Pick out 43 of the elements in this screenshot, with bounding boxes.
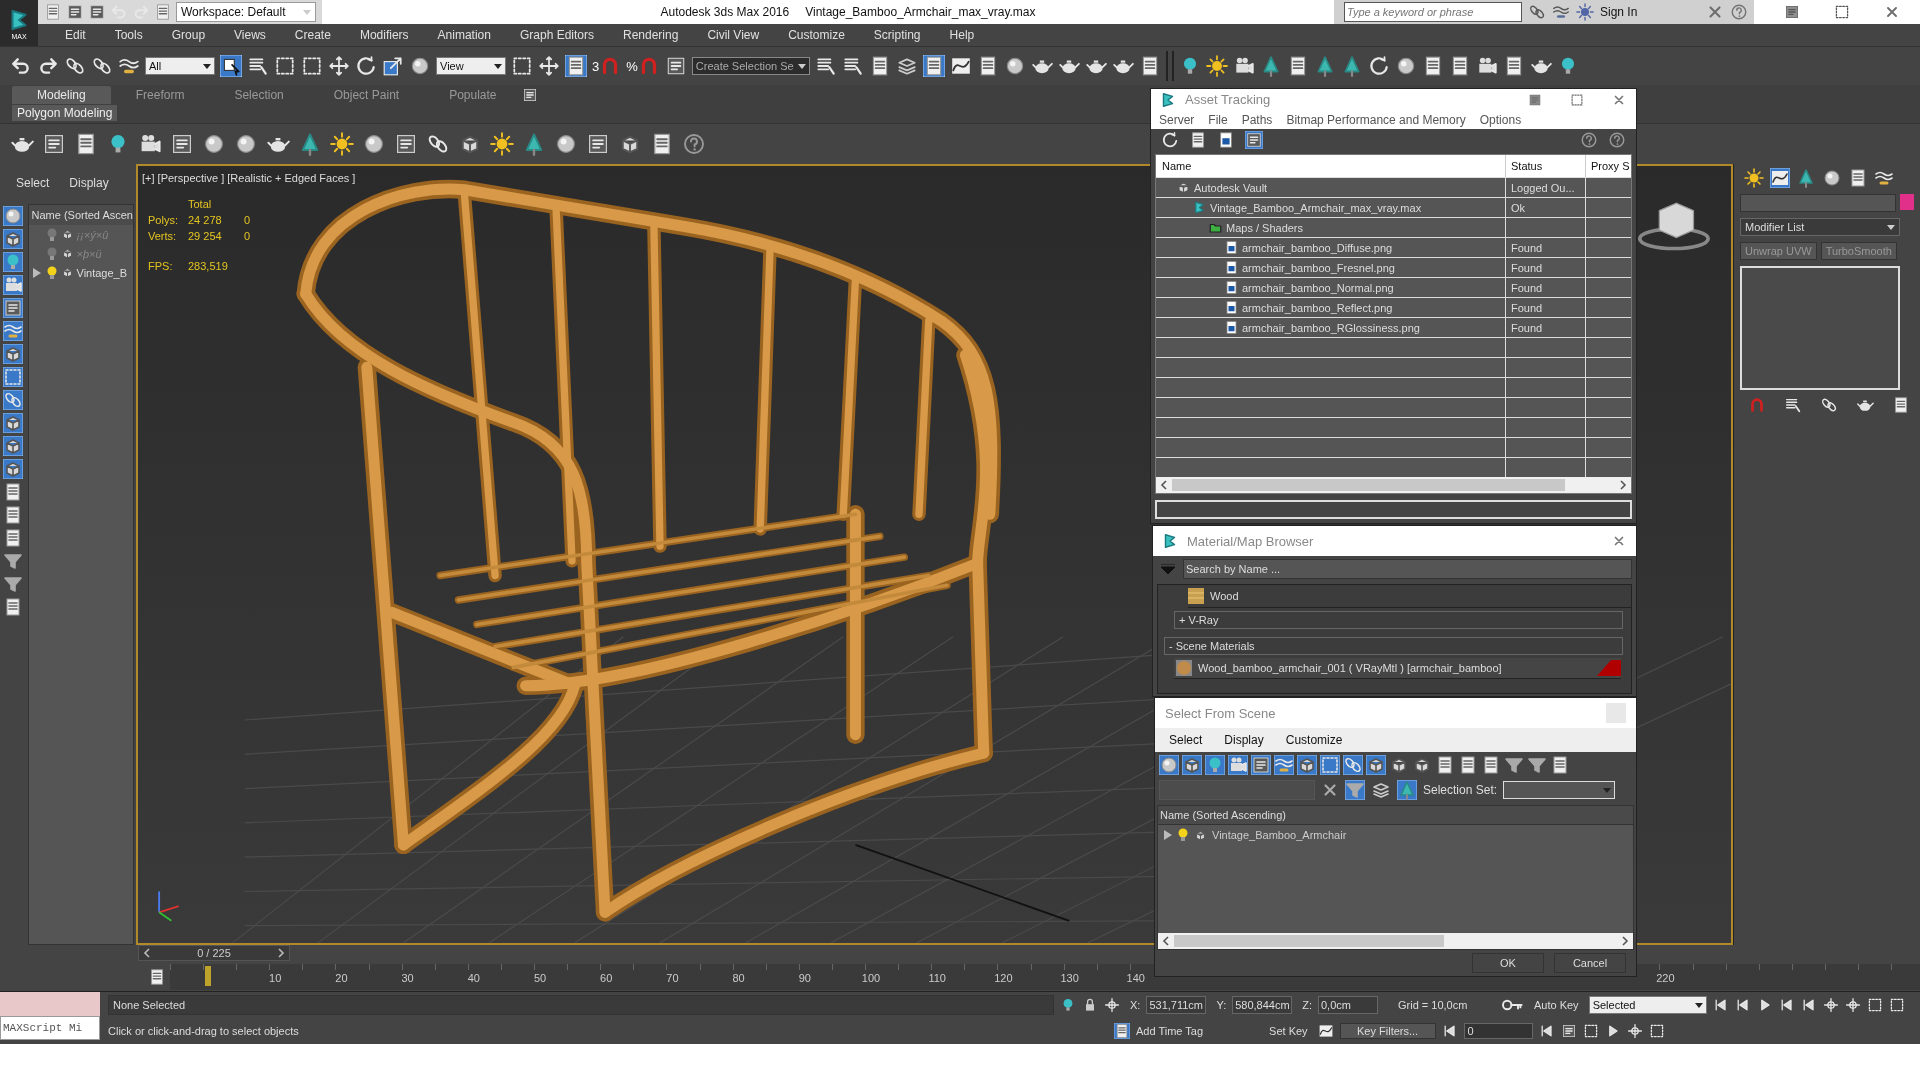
asset-status: Found: [1511, 281, 1543, 294]
frame-number: 50: [533, 972, 547, 984]
frame-number: 60: [600, 972, 613, 984]
stats-value: 0: [244, 214, 252, 228]
asset-status: Found: [1511, 301, 1543, 314]
asset-status: Found: [1511, 321, 1543, 334]
stats-value: 29 254: [188, 230, 223, 244]
stats-label: FPS:: [148, 260, 174, 274]
file-title: Vintage_Bamboo_Armchair_max_vray.max: [805, 5, 1036, 19]
window-title: Select From Scene: [1164, 705, 1276, 721]
prompt-text: Click or click-and-drag to select objects: [108, 1025, 300, 1037]
grid-size: Grid = 10,0cm: [1398, 999, 1469, 1011]
frame-number: 10: [269, 972, 282, 984]
frame-number: 30: [401, 972, 414, 984]
window-title: Material/Map Browser: [1187, 533, 1314, 549]
selection-status: None Selected: [108, 995, 1054, 1015]
asset-status: Logged Ou...: [1511, 181, 1575, 194]
stats-label: Polys:: [148, 214, 179, 228]
axis-label: X:: [1130, 999, 1141, 1011]
stats-value: 283,519: [188, 260, 229, 274]
frame-number: 20: [335, 972, 348, 984]
frame-number: 90: [798, 972, 811, 984]
frame-number: 80: [732, 972, 745, 984]
frame-number: 70: [666, 972, 679, 984]
asset-status: Found: [1511, 241, 1543, 254]
asset-status: Found: [1511, 261, 1543, 274]
app-title: Autodesk 3ds Max 2016: [660, 5, 790, 19]
axis-label: Y:: [1216, 999, 1227, 1011]
stats-header: Total: [188, 198, 213, 212]
stats-label: Verts:: [148, 230, 178, 244]
frame-number: 110: [928, 972, 946, 984]
frame-number: 130: [1060, 972, 1079, 984]
selection-set-label: Selection Set:: [1423, 783, 1498, 797]
frame-number: 100: [861, 972, 881, 984]
frame-number: 120: [994, 972, 1013, 984]
stats-value: 24 278: [188, 214, 223, 228]
window-title: Asset Tracking: [1185, 92, 1271, 108]
frame-number: 140: [1126, 972, 1145, 984]
stats-value: 0: [244, 230, 252, 244]
axis-label: Z:: [1302, 999, 1312, 1011]
frame-number: 220: [1656, 972, 1675, 984]
asset-status: Ok: [1511, 201, 1526, 214]
frame-number: 40: [467, 972, 480, 984]
